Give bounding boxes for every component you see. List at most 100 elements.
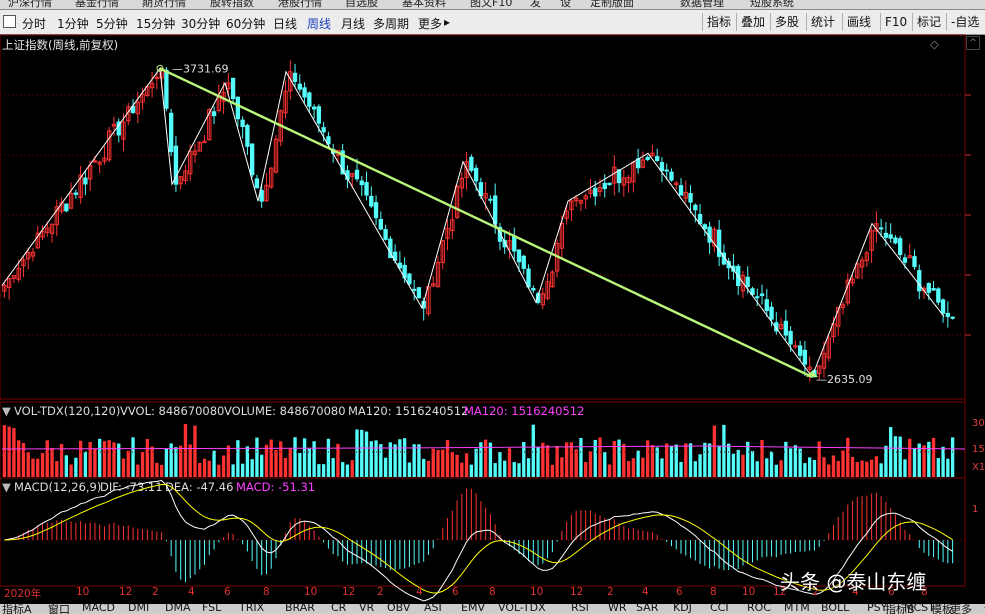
indicator-tab[interactable]: DMI — [128, 604, 149, 614]
volume-bar — [341, 462, 345, 477]
candle-body — [412, 288, 417, 291]
candle-body — [254, 178, 260, 189]
volume-bar — [545, 445, 550, 477]
indicator-tab[interactable]: ASI — [424, 604, 442, 614]
indicator-tab[interactable]: 指标A — [2, 604, 32, 614]
volume-bar — [555, 445, 559, 477]
time-axis-label: 2020年 — [4, 588, 42, 600]
time-axis-label: 8 — [489, 586, 496, 598]
volume-bar — [841, 450, 845, 477]
volume-bar — [450, 451, 454, 477]
volume-bar — [74, 457, 78, 477]
candle-body — [678, 185, 684, 196]
volume-bar — [788, 448, 793, 477]
candle-body — [240, 119, 245, 128]
volume-bar — [741, 454, 745, 477]
indicator-tab[interactable]: CCI — [710, 604, 729, 614]
volume-bar — [398, 439, 402, 477]
volume-bar — [150, 446, 154, 477]
candle-body — [693, 204, 698, 211]
candle-body — [364, 181, 369, 196]
candle-body — [321, 127, 326, 133]
volume-bar — [912, 448, 917, 477]
volume-bar — [598, 437, 602, 477]
candle-body — [602, 182, 607, 190]
volume-bar — [850, 457, 855, 477]
indicator-tab[interactable]: SAR — [636, 604, 658, 614]
volume-bar — [593, 439, 597, 477]
volume-bar — [441, 449, 445, 477]
candle-body — [702, 224, 708, 230]
volume-bar — [283, 457, 288, 477]
candle-body — [168, 112, 174, 153]
volume-bar — [665, 443, 669, 477]
volume-bar — [412, 444, 416, 477]
indicator-tab[interactable]: DMA — [165, 604, 191, 614]
indicator-tab[interactable]: CR — [331, 604, 346, 614]
volume-bar — [131, 437, 135, 477]
volume-bar — [931, 437, 936, 477]
kline-chart[interactable]: —3731.69 —2635.09 30 15 X10 1 — [0, 0, 985, 614]
time-axis-label: 8 — [710, 586, 717, 598]
volume-bar — [17, 440, 21, 477]
volume-bar — [78, 440, 83, 477]
volume-bar — [474, 448, 478, 477]
high-annotation: —3731.69 — [172, 62, 229, 75]
volume-bar — [717, 445, 721, 477]
indicator-tab[interactable]: 指标B — [885, 604, 915, 614]
volume-bar — [417, 444, 421, 477]
volume-bar — [650, 445, 655, 477]
indicator-tab[interactable]: 模板 — [931, 604, 953, 614]
indicator-tab[interactable]: TRIX — [239, 604, 264, 614]
indicator-tab[interactable]: WR — [608, 604, 627, 614]
volume-bar — [927, 441, 931, 477]
volume-bar — [936, 458, 940, 477]
volume-bar — [755, 461, 759, 477]
volume-bar — [898, 436, 902, 477]
indicator-tab[interactable]: EMV — [461, 604, 485, 614]
candle-body — [292, 72, 298, 82]
time-axis-label: 8 — [263, 586, 270, 598]
volume-bar — [874, 456, 879, 477]
volume-bar — [164, 448, 169, 477]
volume-bar — [503, 460, 507, 477]
volume-bar — [517, 463, 521, 477]
volume-bar — [584, 462, 588, 477]
volume-bar — [736, 449, 740, 477]
candle-body — [912, 256, 917, 268]
time-axis-label: 12 — [570, 586, 584, 598]
volume-bar — [64, 455, 68, 477]
volume-bar — [21, 442, 26, 477]
volume-bar — [422, 458, 426, 477]
volume-bar — [402, 438, 407, 477]
indicator-tab[interactable]: VOL-TDX — [498, 604, 546, 614]
indicator-tab[interactable]: MACD — [82, 604, 115, 614]
indicator-tab[interactable]: FSL — [202, 604, 221, 614]
indicator-tab[interactable]: BRAR — [285, 604, 315, 614]
volume-bar — [574, 449, 578, 477]
volume-bar — [374, 440, 378, 477]
indicator-tab[interactable]: RSI — [571, 604, 589, 614]
volume-bar — [855, 461, 859, 477]
volume-bar — [846, 437, 850, 477]
volume-bar — [279, 441, 283, 477]
indicator-tab[interactable]: BOLL — [821, 604, 849, 614]
indicator-tab[interactable]: KDJ — [673, 604, 692, 614]
volume-bar — [903, 459, 907, 477]
indicator-tab[interactable]: 更多 — [950, 604, 972, 614]
volume-bar — [207, 460, 211, 477]
indicator-tab[interactable]: 窗口 — [48, 604, 70, 614]
indicator-tab[interactable]: OBV — [387, 604, 410, 614]
time-axis-label: 6 — [452, 586, 459, 598]
indicator-tab[interactable]: VR — [359, 604, 374, 614]
volume-bar — [750, 450, 755, 477]
indicator-tab[interactable]: ROC — [747, 604, 771, 614]
volume-bar — [355, 429, 359, 477]
time-axis-label: 10 — [304, 586, 318, 598]
candle-body — [373, 202, 379, 219]
volume-bar — [269, 439, 273, 477]
indicator-tab[interactable]: MTM — [784, 604, 810, 614]
volume-bar — [140, 452, 145, 477]
candle-body — [235, 96, 241, 120]
volume-bar — [679, 461, 683, 477]
